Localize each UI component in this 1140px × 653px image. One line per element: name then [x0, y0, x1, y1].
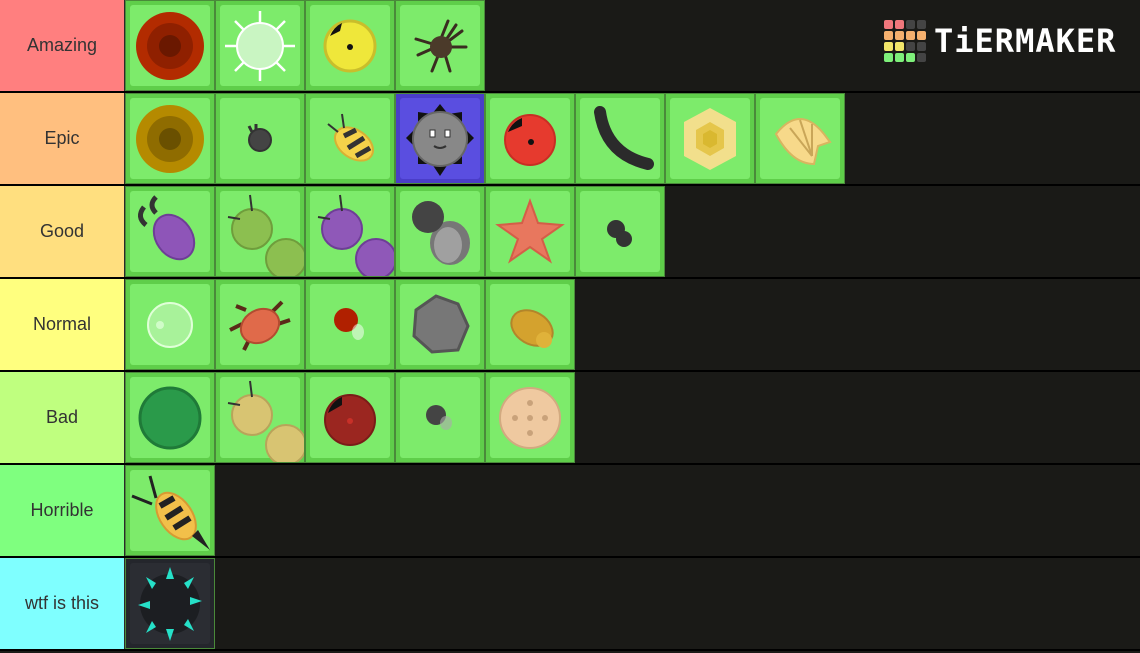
bubble-icon: [147, 302, 193, 348]
tier-row: Amazing: [0, 0, 1140, 93]
tier-label[interactable]: Horrible: [0, 465, 125, 556]
tier-item-yellow-ladybug[interactable]: [305, 0, 395, 91]
purple-centipede-icon: [317, 194, 394, 276]
tier-item-starfish[interactable]: [485, 186, 575, 277]
tier-label[interactable]: Bad: [0, 372, 125, 463]
tier-item-purple-beetle[interactable]: [125, 186, 215, 277]
tier-item-bubble[interactable]: [125, 279, 215, 370]
tier-item-golden-disc[interactable]: [125, 93, 215, 184]
tier-row: Bad: [0, 372, 1140, 465]
shell-icon: [774, 118, 832, 166]
tier-items: [125, 93, 845, 184]
hornet-icon: [131, 475, 210, 550]
tier-item-small-dark-ant-head[interactable]: [215, 93, 305, 184]
gray-rock-icon: [412, 294, 470, 354]
gray-fly-small-icon: [426, 405, 452, 430]
tier-label[interactable]: Amazing: [0, 0, 125, 91]
tier-item-gray-rock[interactable]: [395, 279, 485, 370]
dark-red-disc-icon: [136, 12, 204, 80]
green-centipede-icon: [227, 194, 304, 276]
red-ladybug-icon: [504, 114, 556, 166]
tier-item-bee[interactable]: [305, 93, 395, 184]
tier-item-small-black-ant[interactable]: [575, 186, 665, 277]
tier-row: Epic: [0, 93, 1140, 186]
tier-items: [125, 279, 575, 370]
tier-row: Normal: [0, 279, 1140, 372]
tier-label[interactable]: Normal: [0, 279, 125, 370]
tier-item-gray-fly[interactable]: [395, 186, 485, 277]
tier-row: wtf is this: [0, 558, 1140, 651]
yellow-ladybug-icon: [323, 19, 377, 73]
tier-item-black-leech[interactable]: [575, 93, 665, 184]
tier-label[interactable]: Good: [0, 186, 125, 277]
tier-item-hornet[interactable]: [125, 465, 215, 556]
tier-item-shell[interactable]: [755, 93, 845, 184]
golden-disc-icon: [136, 105, 204, 173]
tier-row: Horrible: [0, 465, 1140, 558]
starfish-icon: [495, 198, 565, 264]
tier-items: [125, 558, 215, 649]
honeycomb-hexagon-icon: [684, 108, 736, 170]
tier-item-sponge[interactable]: [485, 372, 575, 463]
tier-item-dark-red-disc[interactable]: [125, 0, 215, 91]
tier-items: [125, 186, 665, 277]
bee-icon: [327, 113, 374, 162]
small-black-ant-icon: [607, 220, 632, 247]
yellow-centipede-icon: [227, 380, 304, 462]
tier-item-fire-ant[interactable]: [305, 279, 395, 370]
tier-board: TiERMAKER Amazing Epic Good Normal Bad Horrib…: [0, 0, 1140, 653]
black-leech-icon: [594, 106, 654, 170]
green-cactus-icon: [138, 386, 202, 450]
sponge-icon: [499, 387, 561, 449]
small-dark-ant-head-icon: [247, 124, 272, 152]
white-spiky-orb-icon: [225, 11, 295, 81]
tier-item-honeycomb-hexagon[interactable]: [665, 93, 755, 184]
tier-item-brown-spider[interactable]: [395, 0, 485, 91]
tier-item-green-centipede[interactable]: [215, 186, 305, 277]
tier-item-purple-centipede[interactable]: [305, 186, 395, 277]
tier-items: [125, 372, 575, 463]
tier-item-crab[interactable]: [215, 279, 305, 370]
golden-mantis-icon: [510, 309, 554, 348]
tier-item-white-spiky-orb[interactable]: [215, 0, 305, 91]
tier-items: [125, 0, 485, 91]
gray-smiley-spiked-icon: [406, 104, 474, 176]
tier-item-golden-mantis[interactable]: [485, 279, 575, 370]
tier-item-yellow-centipede[interactable]: [215, 372, 305, 463]
tier-item-dark-red-ladybug[interactable]: [305, 372, 395, 463]
tier-row: Good: [0, 186, 1140, 279]
brown-spider-icon: [414, 19, 468, 73]
fire-ant-icon: [334, 308, 364, 340]
tier-label[interactable]: Epic: [0, 93, 125, 184]
tier-items: [125, 465, 215, 556]
dark-red-ladybug-icon: [324, 394, 376, 446]
tier-item-dark-spiky-star[interactable]: [125, 558, 215, 649]
gray-fly-icon: [412, 201, 470, 265]
tier-item-green-cactus[interactable]: [125, 372, 215, 463]
tier-item-gray-fly-small[interactable]: [395, 372, 485, 463]
tier-label[interactable]: wtf is this: [0, 558, 125, 649]
crab-icon: [229, 300, 291, 351]
tier-item-gray-smiley-spiked[interactable]: [395, 93, 485, 184]
dark-spiky-star-icon: [138, 567, 202, 641]
tier-item-red-ladybug[interactable]: [485, 93, 575, 184]
purple-beetle-icon: [138, 195, 196, 261]
